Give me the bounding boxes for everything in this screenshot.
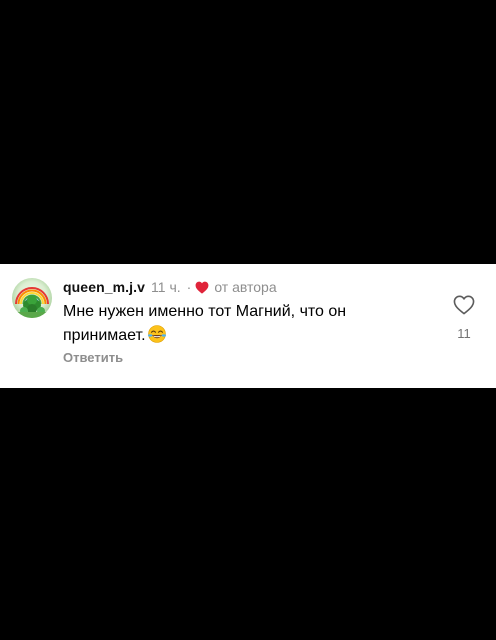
face-with-tears-of-joy-icon xyxy=(147,324,167,352)
like-button[interactable] xyxy=(452,294,476,316)
comment-meta: queen_m.j.v 11 ч. · от автора xyxy=(63,278,277,296)
rainbow-clover-avatar-icon xyxy=(12,278,52,318)
heart-outline-icon xyxy=(453,295,475,315)
comment-card: queen_m.j.v 11 ч. · от автора Мне нужен … xyxy=(0,264,496,388)
username[interactable]: queen_m.j.v xyxy=(63,278,145,296)
reply-button[interactable]: Ответить xyxy=(63,350,123,365)
meta-separator: · xyxy=(186,279,192,295)
avatar[interactable] xyxy=(12,278,52,318)
timestamp: 11 ч. xyxy=(151,279,181,295)
screen: queen_m.j.v 11 ч. · от автора Мне нужен … xyxy=(0,0,496,640)
heart-filled-icon xyxy=(195,281,209,294)
comment-text: Мне нужен именно тот Магний, что он прин… xyxy=(63,300,403,352)
like-count: 11 xyxy=(457,326,471,341)
author-badge-label: от автора xyxy=(214,279,277,295)
comment-body: Мне нужен именно тот Магний, что он прин… xyxy=(63,303,347,344)
